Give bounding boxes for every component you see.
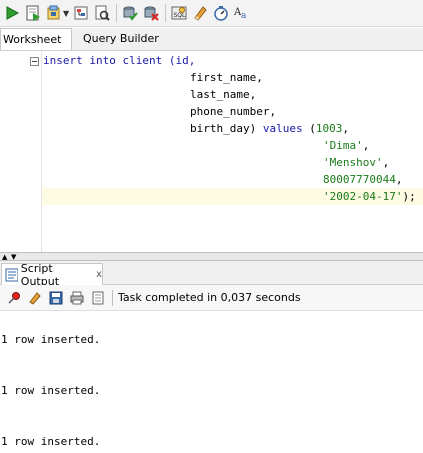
code-line: 80007770044,: [323, 171, 402, 188]
output-toolbar: Task completed in 0,037 seconds: [0, 285, 423, 311]
run-statement-icon[interactable]: [2, 3, 22, 23]
open-file-icon[interactable]: [88, 288, 107, 308]
code-line: last_name,: [190, 86, 256, 103]
toolbar-separator: [165, 4, 167, 22]
code-token: '2002-04-17': [323, 190, 403, 203]
tab-query-builder[interactable]: Query Builder: [75, 28, 167, 50]
commit-icon[interactable]: [44, 3, 64, 23]
code-line: insert into client (id,: [43, 52, 195, 69]
code-token: (: [302, 122, 316, 135]
print-icon[interactable]: [67, 288, 86, 308]
code-line: 'Menshov',: [323, 154, 389, 171]
gutter-divider: [41, 51, 42, 252]
code-token: 'Menshov': [323, 156, 383, 169]
dropdown-arrow-icon[interactable]: ▼: [63, 9, 69, 18]
line-gutter: [0, 51, 28, 252]
tab-script-output[interactable]: Script Output x: [1, 261, 103, 288]
panel-splitter[interactable]: ▲ ▼: [0, 252, 423, 261]
code-token: ,: [342, 122, 349, 135]
code-token: values: [262, 122, 303, 135]
eraser-icon[interactable]: [25, 288, 44, 308]
code-token: ,: [382, 156, 390, 169]
script-output-icon: [5, 268, 18, 281]
code-token: first_name,: [190, 71, 263, 84]
status-message: Task completed in 0,037 seconds: [118, 291, 301, 304]
code-token: 80007770044: [323, 173, 396, 186]
sql-history-icon[interactable]: SQL: [169, 3, 189, 23]
autotrace-icon[interactable]: [92, 3, 112, 23]
output-tab-bar: Script Output x: [0, 261, 423, 288]
code-token: insert into client (id,: [43, 54, 196, 67]
output-line: 1 row inserted.: [1, 435, 101, 448]
code-line: first_name,: [190, 69, 263, 86]
run-script-icon[interactable]: [23, 3, 43, 23]
code-token: birth_day): [190, 122, 263, 135]
code-token: 'Dima': [323, 139, 363, 152]
main-toolbar: ▼ SQL Aa: [0, 0, 423, 27]
save-icon[interactable]: [46, 288, 65, 308]
code-token: phone_number,: [190, 105, 277, 118]
script-output-area[interactable]: 1 row inserted. 1 row inserted. 1 row inse…: [0, 311, 423, 453]
code-token: ,: [395, 173, 403, 186]
code-token: ,: [362, 139, 370, 152]
script-output-label: Script Output: [20, 261, 60, 288]
collapse-toggle-icon[interactable]: [30, 57, 39, 66]
editor-tab-bar: Worksheet Query Builder: [0, 28, 423, 51]
output-line: 1 row inserted.: [1, 333, 101, 346]
commit-transaction-icon[interactable]: [120, 3, 140, 23]
tab-worksheet[interactable]: Worksheet: [0, 28, 72, 50]
code-token: last_name,: [190, 88, 257, 101]
code-line: phone_number,: [190, 103, 276, 120]
toolbar-separator: [116, 4, 118, 22]
svg-text:SQL: SQL: [174, 12, 187, 19]
pin-icon[interactable]: [4, 288, 23, 308]
eraser-icon[interactable]: [190, 3, 210, 23]
code-token: );: [402, 190, 416, 203]
code-line: birth_day) values (1003,: [190, 120, 349, 137]
tuning-icon[interactable]: [211, 3, 231, 23]
code-line: 'Dima',: [323, 137, 369, 154]
code-token: 1003: [315, 122, 343, 135]
sql-editor[interactable]: insert into client (id, first_name, last_n…: [0, 51, 423, 252]
rollback-icon[interactable]: [141, 3, 161, 23]
code-line: '2002-04-17');: [323, 188, 416, 205]
format-icon[interactable]: Aa: [232, 3, 252, 23]
explain-plan-icon[interactable]: [71, 3, 91, 23]
splitter-up-arrow-icon[interactable]: ▲: [2, 253, 7, 261]
output-line: 1 row inserted.: [1, 384, 101, 397]
splitter-down-arrow-icon[interactable]: ▼: [11, 253, 16, 261]
close-icon[interactable]: x: [96, 269, 102, 280]
toolbar-separator: [112, 289, 113, 306]
svg-text:a: a: [241, 11, 247, 21]
